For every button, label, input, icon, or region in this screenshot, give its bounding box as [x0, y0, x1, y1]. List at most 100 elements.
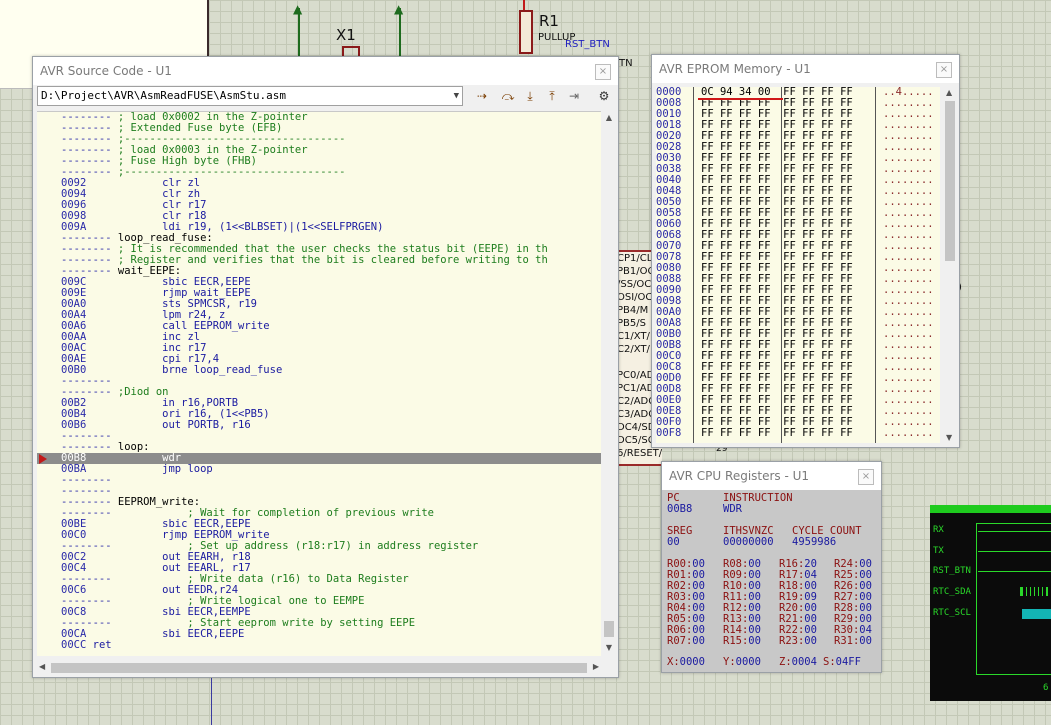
source-vertical-scrollbar[interactable]: ▲ ▼	[602, 111, 616, 655]
eeprom-memory-window[interactable]: AVR EPROM Memory - U1 × 0000 0C 94 34 00 …	[651, 54, 960, 448]
cycle-count-value: 4959986	[792, 536, 837, 548]
source-file-select[interactable]: D:\Project\AVR\AsmReadFUSE\AsmStu.asm ▼	[37, 86, 463, 106]
scope-channel-label: RX	[933, 525, 944, 535]
scroll-thumb[interactable]	[604, 621, 614, 637]
crystal-x1-label: X1	[336, 26, 356, 44]
scope-trace	[978, 531, 1051, 532]
logic-analyzer[interactable]: RX TX RST_BTN RTC_SDA RTC_SCL 6	[930, 505, 1051, 701]
register-value: 00	[804, 635, 817, 647]
scroll-thumb[interactable]	[945, 101, 955, 261]
source-line[interactable]: 00B6 out PORTB, r16	[37, 420, 601, 431]
eeprom-vertical-scrollbar[interactable]: ▲ ▼	[943, 87, 957, 443]
step-into-icon[interactable]: ⤓	[521, 87, 539, 105]
register-cell: R31:00	[834, 635, 872, 647]
pointer-value: 0000	[679, 656, 705, 668]
scroll-thumb[interactable]	[51, 663, 587, 673]
scope-channel-label: TX	[933, 546, 944, 556]
pointer-register: S:04FF	[823, 656, 861, 668]
eeprom-memory-view[interactable]: 0000 0C 94 34 00 FF FF FF FF ..4..... 0008 F…	[656, 87, 940, 443]
cpu-window-titlebar[interactable]: AVR CPU Registers - U1 ×	[662, 462, 881, 490]
flags-value: 00000000	[723, 536, 774, 548]
register-name: R15:	[723, 635, 749, 647]
scroll-up-icon[interactable]: ▲	[602, 111, 616, 125]
memory-ascii: ........	[883, 427, 934, 439]
source-code-view[interactable]: -------- ; load 0x0002 in the Z-pointer -…	[37, 111, 601, 656]
source-line-address: 00CC	[61, 639, 87, 651]
source-line-code: ret	[86, 639, 112, 651]
eeprom-window-title: AVR EPROM Memory - U1	[659, 62, 811, 76]
register-cell: R15:00	[723, 635, 761, 647]
register-value: 00	[859, 635, 872, 647]
close-icon[interactable]: ×	[936, 62, 952, 78]
source-file-path: D:\Project\AVR\AsmReadFUSE\AsmStu.asm	[41, 89, 287, 102]
wire-vertical-bottom	[211, 676, 212, 725]
pointer-value: 04FF	[835, 656, 861, 668]
scope-channel-label: RST_BTN	[933, 566, 971, 576]
register-name: R07:	[667, 635, 693, 647]
source-code-window[interactable]: AVR Source Code - U1 × D:\Project\AVR\As…	[32, 56, 619, 678]
close-icon[interactable]: ×	[595, 64, 611, 80]
register-name: R31:	[834, 635, 860, 647]
source-horizontal-scrollbar[interactable]: ◀ ▶	[37, 661, 601, 675]
scope-channel-label: RTC_SDA	[933, 587, 971, 597]
chevron-down-icon[interactable]: ▼	[454, 87, 459, 105]
sreg-value: 00	[667, 536, 680, 548]
source-line[interactable]: 00BA jmp loop	[37, 464, 601, 475]
toggle-breakpoint-icon[interactable]: ⚙	[595, 87, 613, 105]
scope-channel-label: RTC_SCL	[933, 608, 971, 618]
source-line[interactable]: 00CA sbi EECR,EEPE	[37, 629, 601, 640]
pointer-register: X:0000	[667, 656, 705, 668]
scope-trace	[978, 571, 1051, 572]
run-to-cursor-icon[interactable]: ⇢	[473, 87, 491, 105]
source-window-title: AVR Source Code - U1	[40, 64, 172, 78]
register-cell: R07:00	[667, 635, 705, 647]
memory-bytes: FF FF FF FF FF FF FF FF	[701, 427, 853, 439]
step-over-icon[interactable]: ⤼	[499, 87, 517, 105]
arrow-up-icon: ▲	[394, 2, 404, 16]
cpu-registers-window[interactable]: AVR CPU Registers - U1 × PC 00B8 INSTRUC…	[661, 461, 882, 673]
pointer-value: 0004	[791, 656, 817, 668]
register-value: 00	[692, 635, 705, 647]
step-out-icon[interactable]: ⤒	[543, 87, 561, 105]
changed-bytes-underline	[698, 98, 783, 100]
memory-row[interactable]: 00F8 FF FF FF FF FF FF FF FF........	[656, 428, 940, 439]
scroll-down-icon[interactable]: ▼	[602, 641, 616, 655]
eeprom-window-titlebar[interactable]: AVR EPROM Memory - U1 ×	[652, 55, 959, 83]
rst-btn-net-label: RST_BTN	[565, 39, 610, 50]
source-line[interactable]: --------	[37, 475, 601, 486]
cpu-registers-view: PC 00B8 INSTRUCTION WDR SREG 00 ITHSVNZC…	[662, 490, 881, 672]
source-line[interactable]: 00B0 brne loop_read_fuse	[37, 365, 601, 376]
chip-pin: 6/RESET/PCINT14	[617, 448, 662, 459]
pointer-name: Y:	[723, 656, 736, 668]
source-line[interactable]: 00CC ret	[37, 640, 601, 651]
pc-value: 00B8	[667, 503, 693, 515]
scope-corner-label: 6	[1043, 683, 1049, 693]
pointer-name: S:	[823, 656, 836, 668]
register-cell: R23:00	[779, 635, 817, 647]
source-window-titlebar[interactable]: AVR Source Code - U1 ×	[33, 57, 618, 85]
pointer-value: 0000	[735, 656, 761, 668]
column-divider	[781, 87, 782, 443]
scroll-right-icon[interactable]: ▶	[593, 662, 599, 671]
register-name: R23:	[779, 635, 805, 647]
scope-trace-scl	[1022, 609, 1051, 619]
scroll-left-icon[interactable]: ◀	[39, 662, 45, 671]
net-label-fragment: TN	[619, 58, 633, 69]
scroll-up-icon[interactable]: ▲	[946, 88, 952, 97]
run-icon[interactable]: ⇥	[565, 87, 583, 105]
memory-address: 00F8	[656, 427, 682, 439]
close-icon[interactable]: ×	[858, 469, 874, 485]
scope-trace-sda	[1020, 587, 1048, 596]
column-divider	[875, 87, 876, 443]
resistor-r1[interactable]	[519, 10, 533, 54]
cpu-window-title: AVR CPU Registers - U1	[669, 469, 810, 483]
wire-r1-top	[523, 0, 525, 10]
execution-pointer-icon	[39, 454, 47, 464]
arrow-up-icon: ▲	[293, 2, 303, 16]
pointer-register: Z:0004	[779, 656, 817, 668]
resistor-r1-label: R1	[539, 12, 559, 30]
pointer-name: Z:	[779, 656, 792, 668]
column-divider	[693, 87, 694, 443]
scroll-down-icon[interactable]: ▼	[946, 433, 952, 442]
wire-vertical-left	[207, 0, 209, 56]
